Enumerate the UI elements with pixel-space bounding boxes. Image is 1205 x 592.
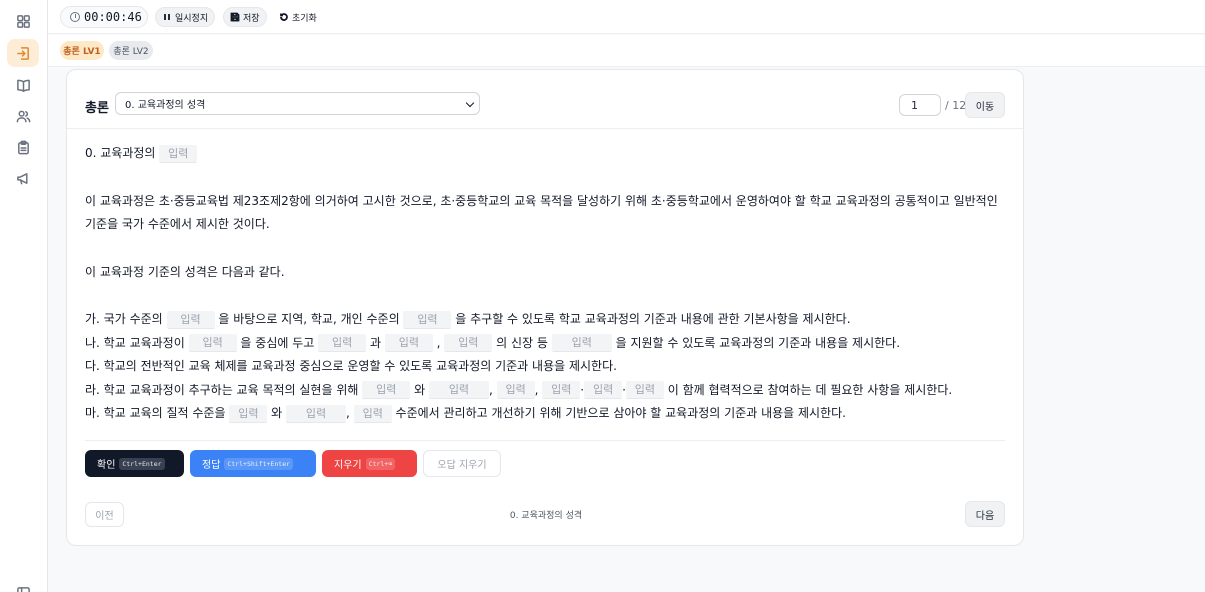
confirm-button[interactable]: 확인 Ctrl+Enter bbox=[85, 450, 184, 477]
page-number-input[interactable]: 1 bbox=[899, 94, 941, 116]
sidebar-item-book[interactable] bbox=[7, 71, 39, 99]
timer: 00:00:46 bbox=[60, 6, 148, 28]
quiz-card: 총론 0. 교육과정의 성격 1 / 12 이동 0. 교육과정의 입력 이 교… bbox=[66, 69, 1024, 546]
answer-blank[interactable]: 입력 bbox=[159, 144, 198, 163]
section-label: 총론 bbox=[85, 101, 109, 116]
chapter-select-value: 0. 교육과정의 성격 bbox=[125, 100, 206, 111]
save-label: 저장 bbox=[243, 13, 260, 24]
answer-blank[interactable]: 입력 bbox=[542, 381, 581, 399]
reset-label: 초기화 bbox=[292, 13, 317, 24]
item-da: 다. 학교의 전반적인 교육 체제를 교육과정 중심으로 운영할 수 있도록 교… bbox=[85, 359, 617, 373]
save-button[interactable]: 저장 bbox=[223, 7, 267, 27]
answer-blank[interactable]: 입력 bbox=[188, 334, 237, 352]
clear-wrong-button[interactable]: 오답 지우기 bbox=[423, 450, 501, 477]
clock-icon bbox=[70, 12, 80, 22]
chapter-select[interactable]: 0. 교육과정의 성격 bbox=[115, 92, 480, 115]
answer-blank[interactable]: 입력 bbox=[353, 404, 392, 423]
top-bar: 00:00:46 일시정지 저장 초기화 bbox=[48, 0, 1205, 34]
item-na: 나. 학교 교육과정이 입력 을 중심에 두고 입력 과 입력 , 입력 의 신… bbox=[85, 332, 1005, 356]
pause-icon bbox=[164, 14, 170, 20]
sidebar bbox=[0, 0, 48, 592]
card-header: 총론 0. 교육과정의 성격 1 / 12 이동 bbox=[67, 70, 1023, 129]
item-ma: 마. 학교 교육의 질적 수준을 입력 와 입력, 입력 수준에서 관리하고 개… bbox=[85, 402, 1005, 426]
move-button[interactable]: 이동 bbox=[965, 92, 1005, 118]
refresh-icon bbox=[280, 13, 288, 21]
next-button[interactable]: 다음 bbox=[965, 501, 1005, 527]
question-title: 0. 교육과정의 입력 bbox=[85, 142, 1005, 166]
chevron-down-icon bbox=[465, 98, 475, 108]
sidebar-item-announcements[interactable] bbox=[7, 164, 39, 192]
megaphone-icon bbox=[16, 172, 28, 184]
tab-level-1[interactable]: 총론 LV1 bbox=[60, 41, 104, 60]
pause-button[interactable]: 일시정지 bbox=[155, 7, 216, 27]
answer-blank[interactable]: 입력 bbox=[286, 404, 347, 423]
book-icon bbox=[16, 79, 30, 92]
clear-button[interactable]: 지우기 Ctrl+⌫ bbox=[322, 450, 417, 477]
paragraph-nature: 이 교육과정 기준의 성격은 다음과 같다. bbox=[85, 264, 285, 279]
sidebar-item-dashboard[interactable] bbox=[7, 7, 39, 35]
users-icon bbox=[16, 110, 30, 122]
divider bbox=[85, 440, 1005, 441]
answer-blank[interactable]: 입력 bbox=[384, 334, 433, 352]
answer-blank[interactable]: 입력 bbox=[166, 310, 215, 329]
answer-blank[interactable]: 입력 bbox=[625, 381, 664, 399]
answer-blank[interactable]: 입력 bbox=[428, 381, 489, 399]
clipboard-icon bbox=[17, 140, 29, 154]
sidebar-item-clipboard[interactable] bbox=[7, 133, 39, 161]
answer-blank[interactable]: 입력 bbox=[496, 381, 535, 399]
answer-blank[interactable]: 입력 bbox=[403, 310, 452, 329]
timer-value: 00:00:46 bbox=[84, 10, 142, 24]
sidebar-item-users[interactable] bbox=[7, 102, 39, 130]
clear-shortcut: Ctrl+⌫ bbox=[365, 457, 396, 470]
show-answer-button[interactable]: 정답 Ctrl+Shift+Enter bbox=[190, 450, 316, 477]
sidebar-item-practice[interactable] bbox=[7, 39, 39, 67]
level-tabs: 총론 LV1 총론 LV2 bbox=[48, 35, 1205, 67]
reset-button[interactable]: 초기화 bbox=[272, 7, 324, 27]
answer-blank[interactable]: 입력 bbox=[551, 334, 612, 352]
question-content: 0. 교육과정의 입력 이 교육과정은 초·중등교육법 제23조제2항에 의거하… bbox=[85, 142, 1005, 426]
answer-blank[interactable]: 입력 bbox=[318, 334, 367, 352]
answer-blank[interactable]: 입력 bbox=[229, 404, 268, 423]
answer-shortcut: Ctrl+Shift+Enter bbox=[224, 457, 294, 470]
panel-icon bbox=[16, 586, 30, 592]
footer-title: 0. 교육과정의 성격 bbox=[509, 511, 583, 521]
sidebar-item-bottom[interactable] bbox=[7, 578, 39, 592]
answer-blank[interactable]: 입력 bbox=[584, 381, 623, 399]
page-total: / 12 bbox=[945, 99, 967, 112]
item-ga: 가. 국가 수준의 입력 을 바탕으로 지역, 학교, 개인 수준의 입력 을 … bbox=[85, 308, 1005, 332]
item-ra: 라. 학교 교육과정이 추구하는 교육 목적의 실현을 위해 입력 와 입력, … bbox=[85, 379, 1005, 403]
answer-blank[interactable]: 입력 bbox=[444, 334, 493, 352]
grid-icon bbox=[16, 14, 30, 28]
paragraph-intro: 이 교육과정은 초·중등교육법 제23조제2항에 의거하여 고시한 것으로, 초… bbox=[85, 193, 998, 232]
pause-label: 일시정지 bbox=[175, 13, 209, 24]
tab-level-2[interactable]: 총론 LV2 bbox=[109, 41, 153, 60]
answer-blank[interactable]: 입력 bbox=[362, 381, 411, 399]
login-icon bbox=[16, 46, 29, 60]
confirm-shortcut: Ctrl+Enter bbox=[119, 457, 165, 470]
save-icon bbox=[230, 12, 240, 22]
